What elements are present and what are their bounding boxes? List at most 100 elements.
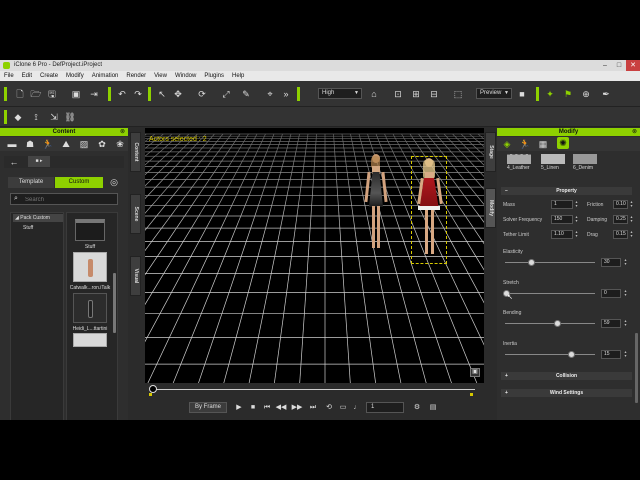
settings-gear-icon[interactable]: ⚙ — [411, 402, 423, 414]
minimize-button[interactable]: – — [598, 60, 612, 71]
snapshot-icon[interactable]: ▭ — [337, 402, 349, 414]
inertia-field[interactable]: 15 — [601, 350, 621, 359]
search-box[interactable]: ⌕ — [10, 193, 118, 205]
menu-file[interactable]: File — [0, 71, 18, 81]
friction-spinner[interactable]: ▴ ▾ — [629, 200, 634, 209]
inertia-slider-knob[interactable] — [568, 351, 575, 358]
rotate-icon[interactable]: ⟳ — [196, 88, 208, 100]
save-icon[interactable]: 🖫 — [46, 88, 58, 100]
bending-slider-track[interactable] — [505, 323, 595, 324]
tab-stage[interactable]: Stage — [485, 132, 496, 172]
tab-modify[interactable]: Modify — [485, 188, 496, 228]
fit-view-icon[interactable]: ⊡ — [392, 88, 404, 100]
pick-icon[interactable]: ◆ — [12, 111, 24, 123]
mass-spinner[interactable]: ▴ ▾ — [574, 200, 579, 209]
modify-scrollbar[interactable] — [635, 333, 638, 403]
elasticity-field[interactable]: 30 — [601, 258, 621, 267]
toolbar-grip[interactable] — [4, 87, 7, 101]
maximize-button[interactable]: □ — [612, 60, 626, 71]
toolbar-grip[interactable] — [4, 110, 7, 124]
tree-item-pack-custom[interactable]: ◢ Pack Custom — [13, 214, 63, 222]
loop-icon[interactable]: ⟲ — [323, 402, 335, 414]
tab-scene[interactable]: Scene — [130, 194, 141, 234]
physics-tab-icon[interactable]: ✺ — [557, 137, 569, 149]
bending-field[interactable]: 59 — [601, 319, 621, 328]
effects-icon[interactable]: ❀ — [114, 138, 126, 150]
elasticity-spinner[interactable]: ▴ ▾ — [623, 258, 628, 267]
drag-spinner[interactable]: ▴ ▾ — [629, 230, 634, 239]
paint-icon[interactable]: ✎ — [240, 88, 252, 100]
play-icon[interactable]: ▶ — [233, 402, 245, 414]
menu-render[interactable]: Render — [122, 71, 150, 81]
actor-red-dress[interactable] — [411, 156, 447, 264]
prev-frame-icon[interactable]: ◀◀ — [275, 402, 287, 414]
damping-field[interactable]: 0.25 — [613, 215, 628, 224]
close-button[interactable]: ✕ — [626, 60, 640, 71]
inertia-slider-track[interactable] — [505, 354, 595, 355]
folder-icon[interactable]: ▬ — [6, 138, 18, 150]
select-arrow-icon[interactable]: ↖ — [156, 88, 168, 100]
path-icon[interactable]: ⟟ — [30, 111, 42, 123]
tab-custom[interactable]: Custom — [55, 177, 103, 188]
timeline-toggle-icon[interactable]: ▤ — [427, 402, 439, 414]
toolbar-grip[interactable] — [297, 87, 300, 101]
quality-select[interactable]: High ▼ — [318, 88, 362, 99]
next-thumbnail[interactable] — [73, 333, 107, 347]
timeline-icon[interactable]: ⊕ — [580, 88, 592, 100]
collision-section-header[interactable]: + Collision — [501, 372, 632, 380]
camera-view-icon[interactable]: ⬚ — [452, 88, 464, 100]
scale-icon[interactable]: ⤢ — [220, 88, 232, 100]
bending-slider-knob[interactable] — [554, 320, 561, 327]
export-icon[interactable]: ⇥ — [88, 88, 100, 100]
gallery-scrollbar[interactable] — [113, 273, 116, 333]
solver-frequency-spinner[interactable]: ▴ ▾ — [574, 215, 579, 224]
mass-field[interactable]: 1 — [551, 200, 573, 209]
attribute-tab-icon[interactable]: ◈ — [501, 138, 513, 150]
menu-view[interactable]: View — [150, 71, 171, 81]
menu-create[interactable]: Create — [36, 71, 62, 81]
folder-dropdown[interactable]: ■ ▸ — [28, 156, 50, 167]
tether-limit-field[interactable]: 1.10 — [551, 230, 573, 239]
denim-swatch[interactable] — [573, 154, 597, 164]
toolbar-grip[interactable] — [108, 87, 111, 101]
menu-plugins[interactable]: Plugins — [200, 71, 228, 81]
motion-tab-icon[interactable]: 🏃 — [519, 138, 531, 150]
open-folder-icon[interactable]: 🗁 — [30, 88, 42, 100]
menu-edit[interactable]: Edit — [18, 71, 36, 81]
friction-field[interactable]: 0.10 — [613, 200, 628, 209]
undo-icon[interactable]: ↶ — [116, 88, 128, 100]
timeline-track[interactable] — [151, 389, 475, 390]
3d-viewport[interactable]: Actors selected : 2 ▣ — [145, 128, 484, 383]
tab-visual[interactable]: Visual — [130, 256, 141, 296]
video-camera-icon[interactable]: ■ — [516, 88, 528, 100]
elasticity-slider-track[interactable] — [505, 262, 595, 263]
stretch-field[interactable]: 0 — [601, 289, 621, 298]
menu-animation[interactable]: Animation — [88, 71, 123, 81]
heidi-thumbnail[interactable] — [73, 293, 107, 323]
preview-select[interactable]: Preview ▼ — [476, 88, 512, 99]
motion-icon[interactable]: 🏃 — [42, 138, 54, 150]
actor-icon[interactable]: ✦ — [544, 88, 556, 100]
close-icon[interactable]: ⊗ — [632, 128, 637, 136]
menu-modify[interactable]: Modify — [62, 71, 88, 81]
inertia-spinner[interactable]: ▴ ▾ — [623, 350, 628, 359]
toolbar-grip[interactable] — [148, 87, 151, 101]
eyedropper-icon[interactable]: ✒ — [600, 88, 612, 100]
scene-icon[interactable]: ⛰ — [60, 138, 72, 150]
stretch-slider-track[interactable] — [505, 293, 595, 294]
stretch-spinner[interactable]: ▴ ▾ — [623, 289, 628, 298]
timeline-playhead[interactable] — [149, 385, 157, 393]
import-icon[interactable]: ▣ — [70, 88, 82, 100]
link-icon[interactable]: ⛓ — [64, 111, 76, 123]
bending-spinner[interactable]: ▴ ▾ — [623, 319, 628, 328]
drag-field[interactable]: 0.15 — [613, 230, 628, 239]
linen-swatch[interactable] — [541, 154, 565, 164]
next-frame-icon[interactable]: ▶▶ — [291, 402, 303, 414]
snap-icon[interactable]: ⌖ — [264, 88, 276, 100]
frame-icon[interactable]: ⊞ — [410, 88, 422, 100]
image-icon[interactable]: ▨ — [78, 138, 90, 150]
audio-icon[interactable]: ♩ — [351, 402, 363, 414]
redo-icon[interactable]: ↷ — [132, 88, 144, 100]
folder-thumbnail[interactable] — [75, 219, 105, 241]
flag-icon[interactable]: ⚑ — [562, 88, 574, 100]
